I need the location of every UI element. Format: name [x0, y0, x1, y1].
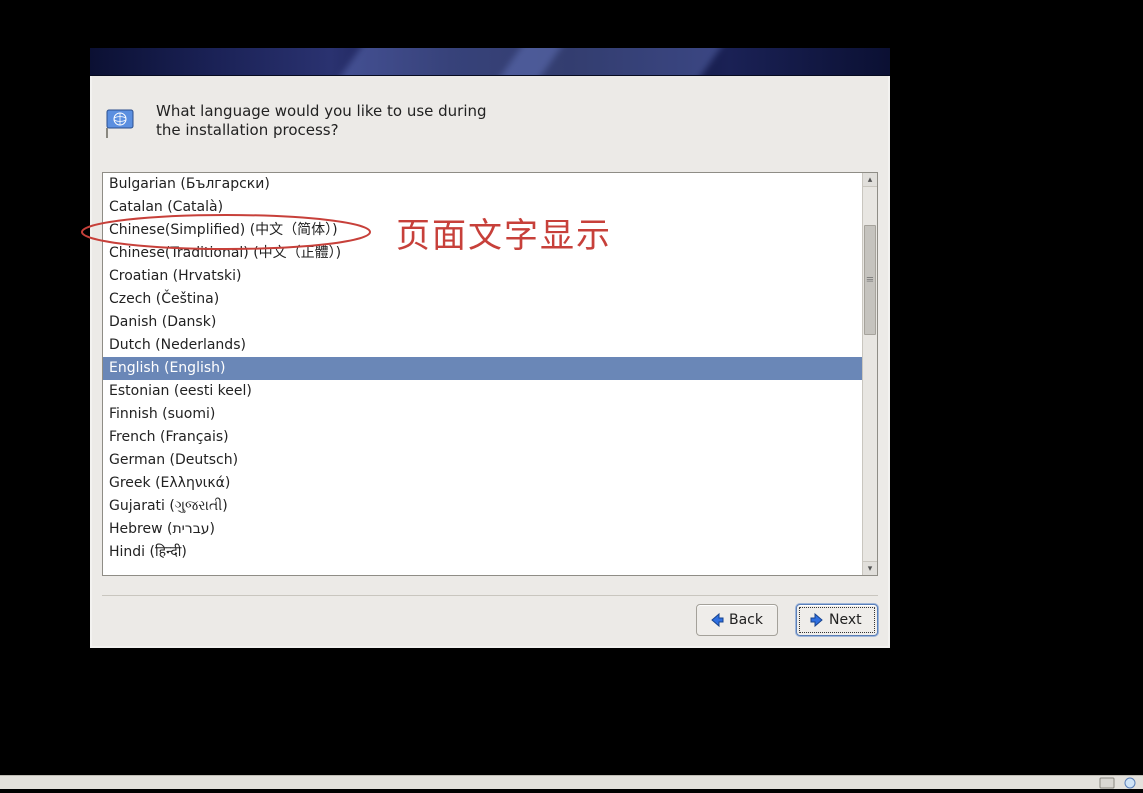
language-option[interactable]: Bulgarian (Български): [103, 173, 862, 196]
language-option[interactable]: Estonian (eesti keel): [103, 380, 862, 403]
back-button-label: Back: [729, 612, 763, 628]
installer-window: What language would you like to use duri…: [90, 48, 890, 648]
tray-icon[interactable]: [1121, 777, 1139, 789]
next-button-label: Next: [829, 612, 862, 628]
back-button[interactable]: Back: [696, 604, 778, 636]
scroll-track[interactable]: [863, 187, 877, 561]
language-option[interactable]: Hebrew (עברית): [103, 518, 862, 541]
next-button[interactable]: Next: [796, 604, 878, 636]
arrow-left-icon: [709, 612, 725, 628]
language-option[interactable]: English (English): [103, 357, 862, 380]
language-flag-icon: [102, 102, 142, 142]
arrow-right-icon: [809, 612, 825, 628]
language-option[interactable]: Finnish (suomi): [103, 403, 862, 426]
language-option[interactable]: Greek (Ελληνικά): [103, 472, 862, 495]
system-tray: [1099, 777, 1139, 789]
button-bar: Back Next: [102, 595, 878, 636]
language-list-frame: Bulgarian (Български)Catalan (Català)Chi…: [102, 172, 878, 576]
language-option[interactable]: German (Deutsch): [103, 449, 862, 472]
scrollbar[interactable]: ▴ ▾: [862, 173, 877, 575]
language-option[interactable]: Danish (Dansk): [103, 311, 862, 334]
prompt-row: What language would you like to use duri…: [90, 76, 890, 150]
scroll-thumb[interactable]: [864, 225, 876, 335]
language-option[interactable]: Catalan (Català): [103, 196, 862, 219]
language-option[interactable]: French (Français): [103, 426, 862, 449]
prompt-text: What language would you like to use duri…: [156, 102, 496, 140]
desktop-taskbar: [0, 775, 1143, 789]
language-option[interactable]: Chinese(Traditional) (中文（正體）): [103, 242, 862, 265]
language-option[interactable]: Croatian (Hrvatski): [103, 265, 862, 288]
language-option[interactable]: Chinese(Simplified) (中文（简体）): [103, 219, 862, 242]
language-option[interactable]: Czech (Čeština): [103, 288, 862, 311]
tray-icon[interactable]: [1099, 777, 1117, 789]
header-banner: [90, 48, 890, 76]
scroll-down-button[interactable]: ▾: [863, 561, 877, 575]
language-option[interactable]: Dutch (Nederlands): [103, 334, 862, 357]
language-list[interactable]: Bulgarian (Български)Catalan (Català)Chi…: [103, 173, 862, 575]
language-option[interactable]: Hindi (हिन्दी): [103, 541, 862, 564]
scroll-up-button[interactable]: ▴: [863, 173, 877, 187]
language-option[interactable]: Gujarati (ગુજરાતી): [103, 495, 862, 518]
